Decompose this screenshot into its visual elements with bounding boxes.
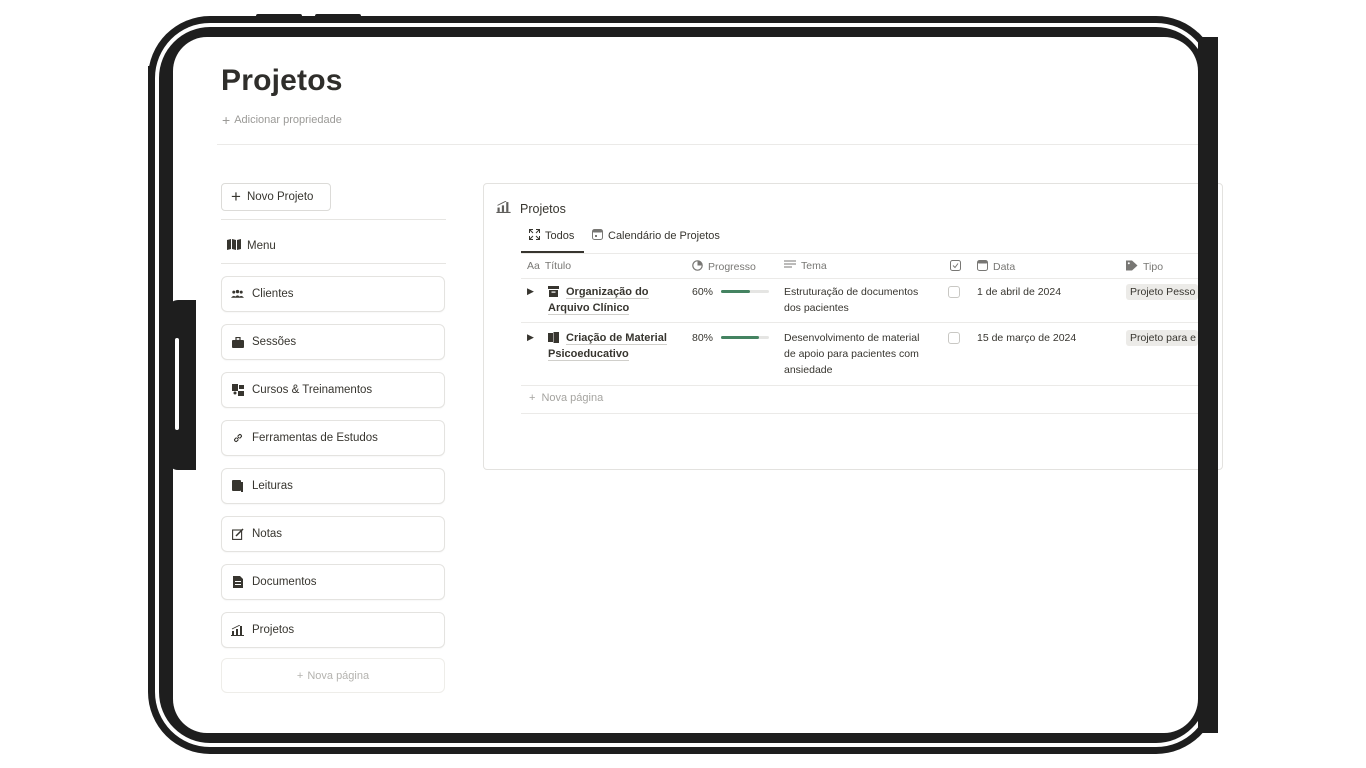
- add-property-label: Adicionar propriedade: [234, 114, 342, 126]
- tag-icon: [1126, 260, 1138, 274]
- type-tag[interactable]: Projeto Pesso: [1126, 284, 1198, 300]
- column-header-title[interactable]: Aa Título: [527, 260, 571, 272]
- calendar-icon: [592, 229, 603, 243]
- theme-cell: Estruturação de documentos dos pacientes: [784, 286, 919, 314]
- progress-cell: 80%: [692, 330, 770, 346]
- sidebar-item-notas[interactable]: Notas: [221, 516, 445, 552]
- sidebar-item-cursos[interactable]: Cursos & Treinamentos: [221, 372, 445, 408]
- tab-todos[interactable]: Todos: [529, 229, 574, 243]
- divider: [221, 219, 446, 220]
- calendar-icon: [977, 260, 988, 274]
- presentation-icon: [231, 384, 244, 397]
- tab-calendario[interactable]: Calendário de Projetos: [592, 229, 720, 243]
- briefcase-icon: [231, 336, 244, 349]
- chart-icon: [496, 200, 511, 216]
- row-title[interactable]: Arquivo Clínico: [548, 300, 630, 316]
- page-title: Projetos: [221, 64, 343, 97]
- sidebar-item-clientes[interactable]: Clientes: [221, 276, 445, 312]
- plus-icon: +: [296, 669, 304, 682]
- date-cell: 15 de março de 2024: [977, 332, 1077, 344]
- row-checkbox[interactable]: [948, 332, 960, 344]
- expand-icon: [529, 229, 540, 243]
- sidebar-item-sessoes[interactable]: Sessões: [221, 324, 445, 360]
- book-icon: [231, 480, 244, 493]
- divider: [217, 144, 1198, 145]
- database-title[interactable]: Projetos: [496, 200, 566, 216]
- people-icon: [231, 288, 244, 301]
- plus-icon: +: [231, 187, 241, 206]
- row-toggle-icon[interactable]: ▶: [527, 286, 534, 297]
- link-icon: [231, 432, 244, 445]
- progress-icon: [692, 260, 703, 274]
- progress-bar: [721, 289, 770, 293]
- progress-bar-fill: [721, 289, 750, 293]
- sidebar-item-documentos[interactable]: Documentos: [221, 564, 445, 600]
- plus-icon: +: [529, 392, 536, 404]
- row-checkbox[interactable]: [948, 286, 960, 298]
- theme-cell: Desenvolvimento de material de apoio par…: [784, 332, 920, 376]
- divider: [221, 263, 446, 264]
- column-header-date[interactable]: Data: [977, 260, 1015, 274]
- add-property-button[interactable]: + Adicionar propriedade: [222, 111, 342, 128]
- divider: [521, 322, 1198, 323]
- progress-bar-fill: [721, 335, 760, 339]
- divider: [521, 278, 1198, 279]
- document-icon: [231, 576, 244, 589]
- text-lines-icon: [784, 260, 796, 272]
- menu-heading: Menu: [227, 239, 276, 253]
- divider: [521, 385, 1198, 386]
- plus-icon: +: [222, 111, 231, 128]
- divider: [521, 253, 1198, 254]
- sidebar-item-leituras[interactable]: Leituras: [221, 468, 445, 504]
- tablet-side-bump: [168, 300, 196, 470]
- divider: [521, 413, 1198, 414]
- chart-icon: [231, 624, 244, 637]
- map-icon: [227, 239, 241, 253]
- progress-label: 60%: [692, 286, 714, 298]
- column-header-progress[interactable]: Progresso: [692, 260, 756, 274]
- hardware-side-button: [148, 66, 153, 114]
- text-property-icon: Aa: [527, 260, 540, 272]
- new-project-button[interactable]: + Novo Projeto: [221, 183, 331, 211]
- sidebar-new-page-button[interactable]: + Nova página: [221, 658, 445, 693]
- sidebar-item-ferramentas[interactable]: Ferramentas de Estudos: [221, 420, 445, 456]
- edit-icon: [231, 528, 244, 541]
- row-title[interactable]: Criação de Material: [566, 330, 667, 346]
- progress-label: 80%: [692, 332, 714, 344]
- row-toggle-icon[interactable]: ▶: [527, 332, 534, 343]
- date-cell: 1 de abril de 2024: [977, 286, 1062, 298]
- new-project-label: Novo Projeto: [246, 191, 314, 203]
- type-tag[interactable]: Projeto para e: [1126, 330, 1198, 346]
- column-header-checkbox[interactable]: [950, 260, 961, 274]
- sidebar-item-projetos[interactable]: Projetos: [221, 612, 445, 648]
- database-panel: [483, 183, 1223, 470]
- column-header-theme[interactable]: Tema: [784, 260, 827, 272]
- checkbox-icon: [950, 260, 961, 274]
- column-header-type[interactable]: Tipo: [1126, 260, 1163, 274]
- row-title[interactable]: Organização do: [566, 284, 649, 300]
- row-title[interactable]: Psicoeducativo: [548, 346, 629, 362]
- progress-bar: [721, 335, 770, 339]
- database-new-page-button[interactable]: + Nova página: [529, 392, 603, 404]
- progress-cell: 60%: [692, 284, 770, 300]
- tablet-right-edge: [1198, 16, 1218, 754]
